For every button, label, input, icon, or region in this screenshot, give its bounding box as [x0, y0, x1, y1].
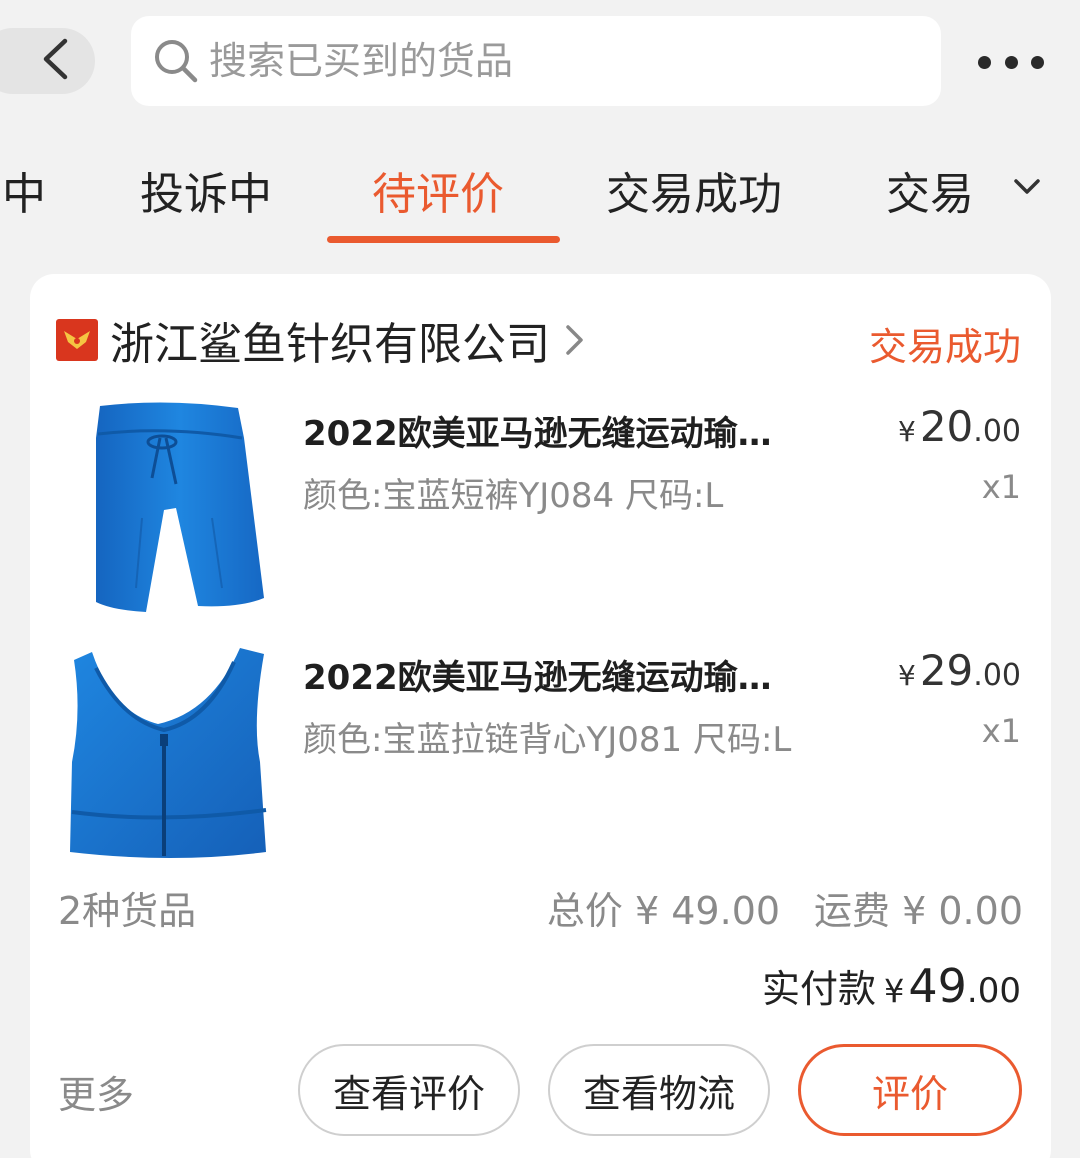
review-button[interactable]: 评价	[798, 1044, 1022, 1136]
shipping-fee: 运费 ¥ 0.00	[814, 889, 1023, 933]
search-bar[interactable]	[131, 16, 941, 106]
view-logistics-button[interactable]: 查看物流	[548, 1044, 770, 1136]
order-status-tabs: 中 投诉中 待评价 交易成功 交易	[0, 136, 1080, 246]
product-spec: 颜色:宝蓝短裤YJ084 尺码:L	[303, 476, 724, 516]
back-button[interactable]	[0, 28, 95, 94]
product-quantity: x1	[981, 712, 1021, 750]
amount-paid-label: 实付款	[762, 967, 877, 1011]
order-item[interactable]: 2022欧美亚马逊无缝运动瑜… 颜色:宝蓝拉链背心YJ081 尺码:L ¥ 29…	[30, 642, 1051, 882]
more-link[interactable]: 更多	[58, 1064, 134, 1119]
product-title: 2022欧美亚马逊无缝运动瑜…	[303, 414, 772, 454]
tab-trade[interactable]: 交易	[886, 158, 974, 222]
active-tab-indicator	[327, 236, 560, 243]
amount-paid-value: 49	[908, 959, 967, 1013]
shop-logo-icon	[56, 319, 98, 361]
tab-complaint[interactable]: 投诉中	[140, 158, 272, 222]
shop-name: 浙江鲨鱼针织有限公司	[110, 319, 550, 370]
tab-in-progress[interactable]: 中	[2, 158, 46, 222]
shop-header[interactable]: 浙江鲨鱼针织有限公司	[56, 312, 586, 370]
chevron-right-icon	[564, 322, 586, 358]
amount-paid: 实付款 ¥ 49 .00	[762, 959, 1021, 1013]
order-status-label: 交易成功	[868, 325, 1021, 369]
tab-trade-success[interactable]: 交易成功	[606, 158, 782, 222]
order-card: 浙江鲨鱼针织有限公司 交易成功 2022欧美亚马逊无缝运动瑜… 颜色:宝蓝短裤Y…	[30, 274, 1051, 1158]
product-image-sports-bra	[52, 642, 282, 864]
chevron-down-icon[interactable]	[1010, 170, 1044, 204]
total-price: 总价 ¥ 49.00	[546, 889, 781, 933]
product-title: 2022欧美亚马逊无缝运动瑜…	[303, 658, 772, 698]
order-summary: 2种货品 总价 ¥ 49.00 运费 ¥ 0.00	[58, 880, 1023, 933]
more-options-button[interactable]	[978, 50, 1044, 74]
product-price: ¥ 20 .00	[898, 402, 1021, 451]
product-spec: 颜色:宝蓝拉链背心YJ081 尺码:L	[303, 720, 792, 760]
product-image-shorts	[52, 398, 282, 620]
more-dots-icon	[978, 55, 991, 69]
chevron-left-icon	[41, 38, 69, 84]
product-price: ¥ 29 .00	[898, 646, 1021, 695]
item-count: 2种货品	[58, 889, 197, 933]
view-review-button[interactable]: 查看评价	[298, 1044, 520, 1136]
search-icon	[153, 38, 199, 84]
search-input[interactable]	[209, 39, 909, 83]
order-item[interactable]: 2022欧美亚马逊无缝运动瑜… 颜色:宝蓝短裤YJ084 尺码:L ¥ 20 .…	[30, 398, 1051, 638]
tab-to-review[interactable]: 待评价	[372, 158, 504, 222]
product-quantity: x1	[981, 468, 1021, 506]
